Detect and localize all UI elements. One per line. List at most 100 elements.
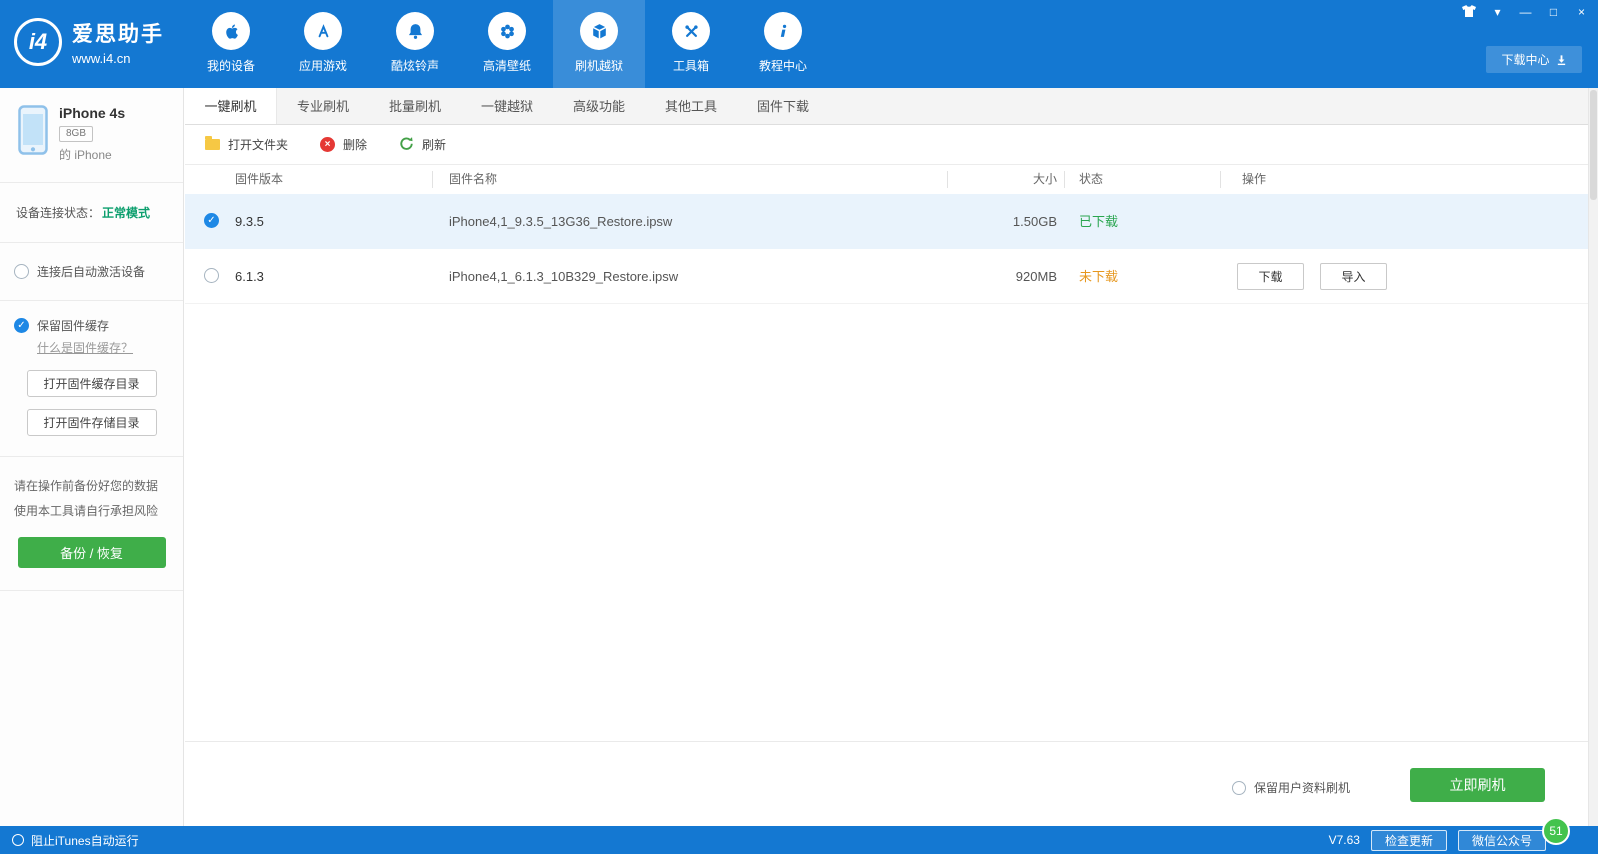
auto-activate-option[interactable]: 连接后自动激活设备 [0,243,183,301]
nav-item-toolbox[interactable]: 工具箱 [645,0,737,88]
wallpaper-flower-icon [488,12,526,50]
warning-section: 请在操作前备份好您的数据 使用本工具请自行承担风险 备份 / 恢复 [0,457,183,591]
auto-activate-radio[interactable] [14,264,29,279]
menu-dropdown-icon[interactable]: ▾ [1491,5,1504,19]
header-divider [1064,171,1065,188]
download-firmware-button[interactable]: 下载 [1237,263,1304,290]
tab-one-key-flash[interactable]: 一键刷机 [185,88,277,124]
row-radio-unselected[interactable] [204,268,219,283]
device-info: iPhone 4s 8GB 的 iPhone [0,88,183,183]
row-status-not-downloaded: 未下载 [1079,249,1118,304]
row-filename: iPhone4,1_9.3.5_13G36_Restore.ipsw [449,194,672,249]
info-icon [764,12,802,50]
firmware-row-613[interactable]: 6.1.3 iPhone4,1_6.1.3_10B329_Restore.ips… [185,249,1588,304]
tab-advanced[interactable]: 高级功能 [553,88,645,124]
logo-text: 爱思助手 www.i4.cn [72,18,164,66]
tab-firmware-download[interactable]: 固件下载 [737,88,829,124]
block-itunes-option[interactable]: 阻止iTunes自动运行 [12,832,139,849]
notification-badge[interactable]: 51 [1542,817,1570,845]
app-logo: i4 爱思助手 www.i4.cn [14,18,164,66]
device-name: iPhone 4s [59,105,125,121]
firmware-cache-section: ✓ 保留固件缓存 什么是固件缓存？ 打开固件缓存目录 打开固件存储目录 [0,301,183,457]
scrollbar-thumb[interactable] [1590,90,1597,200]
connection-label: 设备连接状态： [16,206,100,220]
keep-cache-label: 保留固件缓存 [37,317,109,334]
import-firmware-button[interactable]: 导入 [1320,263,1387,290]
connection-status-section: 设备连接状态：正常模式 [0,183,183,243]
nav-item-tutorials[interactable]: 教程中心 [737,0,829,88]
device-owner: 的 iPhone [59,146,125,163]
open-cache-dir-button[interactable]: 打开固件缓存目录 [27,370,157,397]
tools-cross-icon [672,12,710,50]
theme-skin-icon[interactable] [1462,5,1476,20]
main-nav: 我的设备 应用游戏 酷炫铃声 高清壁纸 [185,0,829,88]
open-folder-tool[interactable]: 打开文件夹 [205,136,288,153]
cache-help-link[interactable]: 什么是固件缓存？ [37,339,133,356]
row-radio-selected[interactable]: ✓ [204,213,219,228]
wechat-official-button[interactable]: 微信公众号 [1458,830,1546,851]
download-icon [1556,54,1567,66]
minimize-icon[interactable]: — [1519,5,1532,19]
keep-user-data-label: 保留用户资料刷机 [1254,779,1350,796]
nav-item-flash-jailbreak[interactable]: 刷机越狱 [553,0,645,88]
keep-cache-option[interactable]: ✓ 保留固件缓存 [14,317,169,334]
maximize-icon[interactable]: □ [1547,5,1560,19]
open-storage-dir-button[interactable]: 打开固件存储目录 [27,409,157,436]
appstore-icon [304,12,342,50]
download-center-label: 下载中心 [1501,51,1549,68]
header-operation: 操作 [1242,165,1266,194]
warning-line-1: 请在操作前备份好您的数据 [14,474,169,499]
i4-logo-icon: i4 [14,18,62,66]
iphone-device-icon [18,105,48,163]
nav-label-ringtones: 酷炫铃声 [391,57,439,74]
app-version: V7.63 [1329,833,1360,847]
download-center-button[interactable]: 下载中心 [1486,46,1582,73]
header-status: 状态 [1079,165,1103,194]
tab-other-tools[interactable]: 其他工具 [645,88,737,124]
row-status-downloaded: 已下载 [1079,194,1118,249]
statusbar: 阻止iTunes自动运行 V7.63 检查更新 微信公众号 51 [0,826,1598,854]
block-itunes-label: 阻止iTunes自动运行 [31,832,139,849]
header-size: 大小 [947,165,1057,194]
nav-item-wallpapers[interactable]: 高清壁纸 [461,0,553,88]
header-divider [947,171,948,188]
nav-label-toolbox: 工具箱 [673,57,709,74]
warning-line-2: 使用本工具请自行承担风险 [14,499,169,524]
refresh-tool[interactable]: 刷新 [399,136,446,154]
tab-pro-flash[interactable]: 专业刷机 [277,88,369,124]
app-url: www.i4.cn [72,51,164,66]
table-header: 固件版本 固件名称 大小 状态 操作 [185,165,1588,194]
keep-user-data-option[interactable]: 保留用户资料刷机 [1232,779,1350,796]
delete-label: 删除 [343,136,367,153]
keep-user-data-radio[interactable] [1232,781,1246,795]
connection-status-value: 正常模式 [102,206,150,220]
row-filename: iPhone4,1_6.1.3_10B329_Restore.ipsw [449,249,678,304]
nav-item-apps-games[interactable]: 应用游戏 [277,0,369,88]
backup-restore-button[interactable]: 备份 / 恢复 [18,537,166,568]
bell-icon [396,12,434,50]
header-filename: 固件名称 [449,165,497,194]
row-size: 920MB [947,249,1057,304]
nav-item-my-device[interactable]: 我的设备 [185,0,277,88]
row-size: 1.50GB [947,194,1057,249]
keep-cache-radio-checked[interactable]: ✓ [14,318,29,333]
tab-one-key-jailbreak[interactable]: 一键越狱 [461,88,553,124]
auto-activate-label: 连接后自动激活设备 [37,263,145,280]
delete-tool[interactable]: × 删除 [320,136,367,153]
check-update-button[interactable]: 检查更新 [1371,830,1447,851]
block-itunes-radio[interactable] [12,834,24,846]
flash-now-button[interactable]: 立即刷机 [1410,768,1545,802]
nav-label-wallpapers: 高清壁纸 [483,57,531,74]
nav-label-my-device: 我的设备 [207,57,255,74]
package-box-icon [580,12,618,50]
tab-batch-flash[interactable]: 批量刷机 [369,88,461,124]
app-title: 爱思助手 [72,18,164,48]
nav-item-ringtones[interactable]: 酷炫铃声 [369,0,461,88]
sidebar: iPhone 4s 8GB 的 iPhone 设备连接状态：正常模式 连接后自动… [0,88,184,826]
firmware-row-935[interactable]: ✓ 9.3.5 iPhone4,1_9.3.5_13G36_Restore.ip… [185,194,1588,249]
close-icon[interactable]: × [1575,5,1588,19]
device-meta: iPhone 4s 8GB 的 iPhone [59,105,125,163]
flash-footer: 保留用户资料刷机 立即刷机 [185,741,1588,826]
app-window: i4 爱思助手 www.i4.cn 我的设备 应用游戏 [0,0,1598,854]
vertical-scrollbar[interactable] [1588,88,1598,826]
